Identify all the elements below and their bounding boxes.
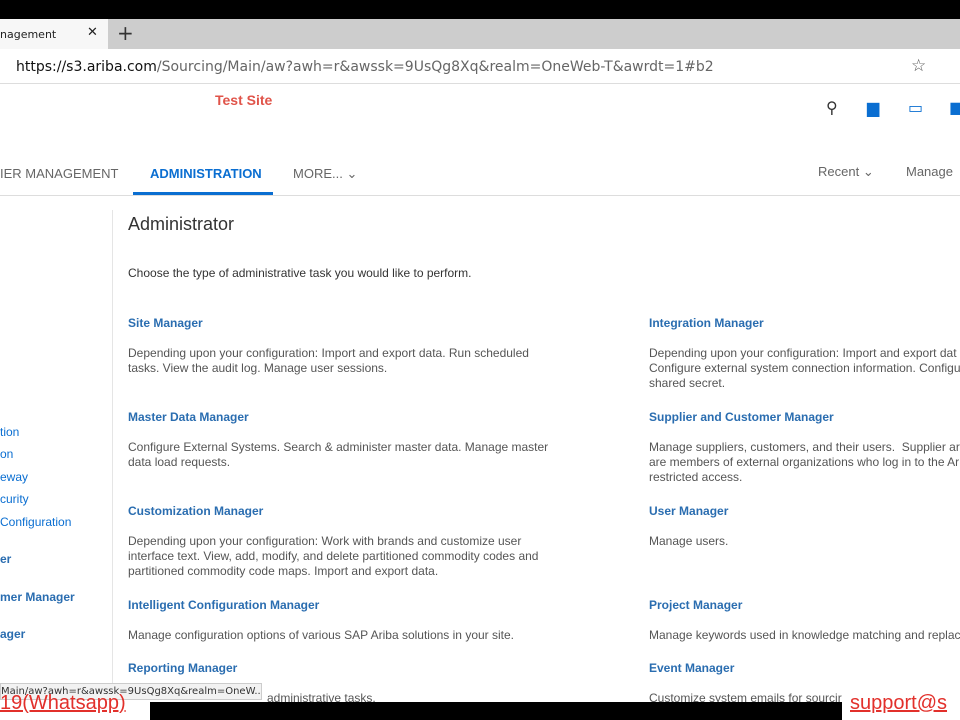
supplier-customer-manager-desc: Manage suppliers, customers, and their u…	[649, 440, 960, 484]
user-manager-link[interactable]: User Manager	[649, 504, 728, 518]
url-text[interactable]: https://s3.ariba.com/Sourcing/Main/aw?aw…	[16, 59, 714, 75]
sidebar-item[interactable]: tion	[0, 425, 19, 439]
top-black-bar	[0, 0, 960, 19]
support-overlay-text: support@s	[850, 692, 948, 714]
sidebar-item[interactable]: mer Manager	[0, 590, 75, 604]
recent-label: Recent	[818, 164, 860, 179]
tab-bar	[0, 19, 960, 49]
site-manager-link[interactable]: Site Manager	[128, 316, 203, 330]
intelligent-configuration-manager-link[interactable]: Intelligent Configuration Manager	[128, 598, 319, 612]
site-manager-desc: Depending upon your configuration: Impor…	[128, 346, 529, 375]
tab-title: nagement	[0, 28, 57, 41]
sidebar-item[interactable]: ager	[0, 627, 25, 641]
favorite-star-icon[interactable]: ☆	[911, 56, 926, 76]
url-path: /Sourcing/Main/aw?awh=r&awssk=9UsQg8Xq&r…	[156, 59, 714, 75]
user-manager-desc: Manage users.	[649, 534, 729, 548]
nav-recent[interactable]: Recent ⌄	[818, 164, 874, 180]
intelligent-configuration-manager-desc: Manage configuration options of various …	[128, 628, 515, 642]
master-data-manager-link[interactable]: Master Data Manager	[128, 410, 249, 424]
bottom-black-bar	[150, 702, 842, 720]
page-title: Administrator	[128, 214, 235, 234]
event-manager-link[interactable]: Event Manager	[649, 661, 734, 675]
integration-manager-link[interactable]: Integration Manager	[649, 316, 764, 330]
supplier-customer-manager-link[interactable]: Supplier and Customer Manager	[649, 410, 834, 424]
sidebar-item[interactable]: er	[0, 552, 11, 566]
sidebar-item[interactable]: eway	[0, 470, 28, 484]
project-manager-desc: Manage keywords used in knowledge matchi…	[649, 628, 960, 642]
print-icon[interactable]: ▆	[867, 98, 879, 117]
url-host: https://s3.ariba.com	[16, 59, 157, 75]
sidebar-item[interactable]: curity	[0, 492, 29, 506]
customization-manager-desc: Depending upon your configuration: Work …	[128, 534, 539, 578]
master-data-manager-desc: Configure External Systems. Search & adm…	[128, 440, 549, 469]
nav-manage[interactable]: Manage	[906, 164, 953, 179]
intro-text: Choose the type of administrative task y…	[128, 266, 472, 280]
nav-more[interactable]: MORE... ⌄	[293, 166, 357, 182]
test-site-label: Test Site	[215, 92, 273, 108]
feedback-icon[interactable]: ▭	[908, 98, 923, 117]
nav-supplier-management[interactable]: IER MANAGEMENT	[0, 166, 118, 181]
chevron-down-icon: ⌄	[862, 164, 874, 179]
nav-administration[interactable]: ADMINISTRATION	[150, 166, 262, 181]
reporting-manager-link[interactable]: Reporting Manager	[128, 661, 237, 675]
nav-divider	[0, 195, 960, 196]
whatsapp-overlay-text: 19(Whatsapp)	[0, 692, 126, 714]
chat-icon[interactable]: ■	[949, 98, 960, 117]
integration-manager-desc: Depending upon your configuration: Impor…	[649, 346, 960, 390]
nav-more-label: MORE...	[293, 166, 343, 181]
project-manager-link[interactable]: Project Manager	[649, 598, 742, 612]
customization-manager-link[interactable]: Customization Manager	[128, 504, 263, 518]
sidebar-item[interactable]: on	[0, 447, 13, 461]
sidebar-item[interactable]: Configuration	[0, 515, 71, 529]
search-icon[interactable]: ⚲	[826, 98, 838, 117]
close-tab-icon[interactable]: ✕	[87, 25, 98, 40]
new-tab-icon[interactable]: +	[117, 21, 134, 45]
chevron-down-icon: ⌄	[346, 166, 358, 181]
